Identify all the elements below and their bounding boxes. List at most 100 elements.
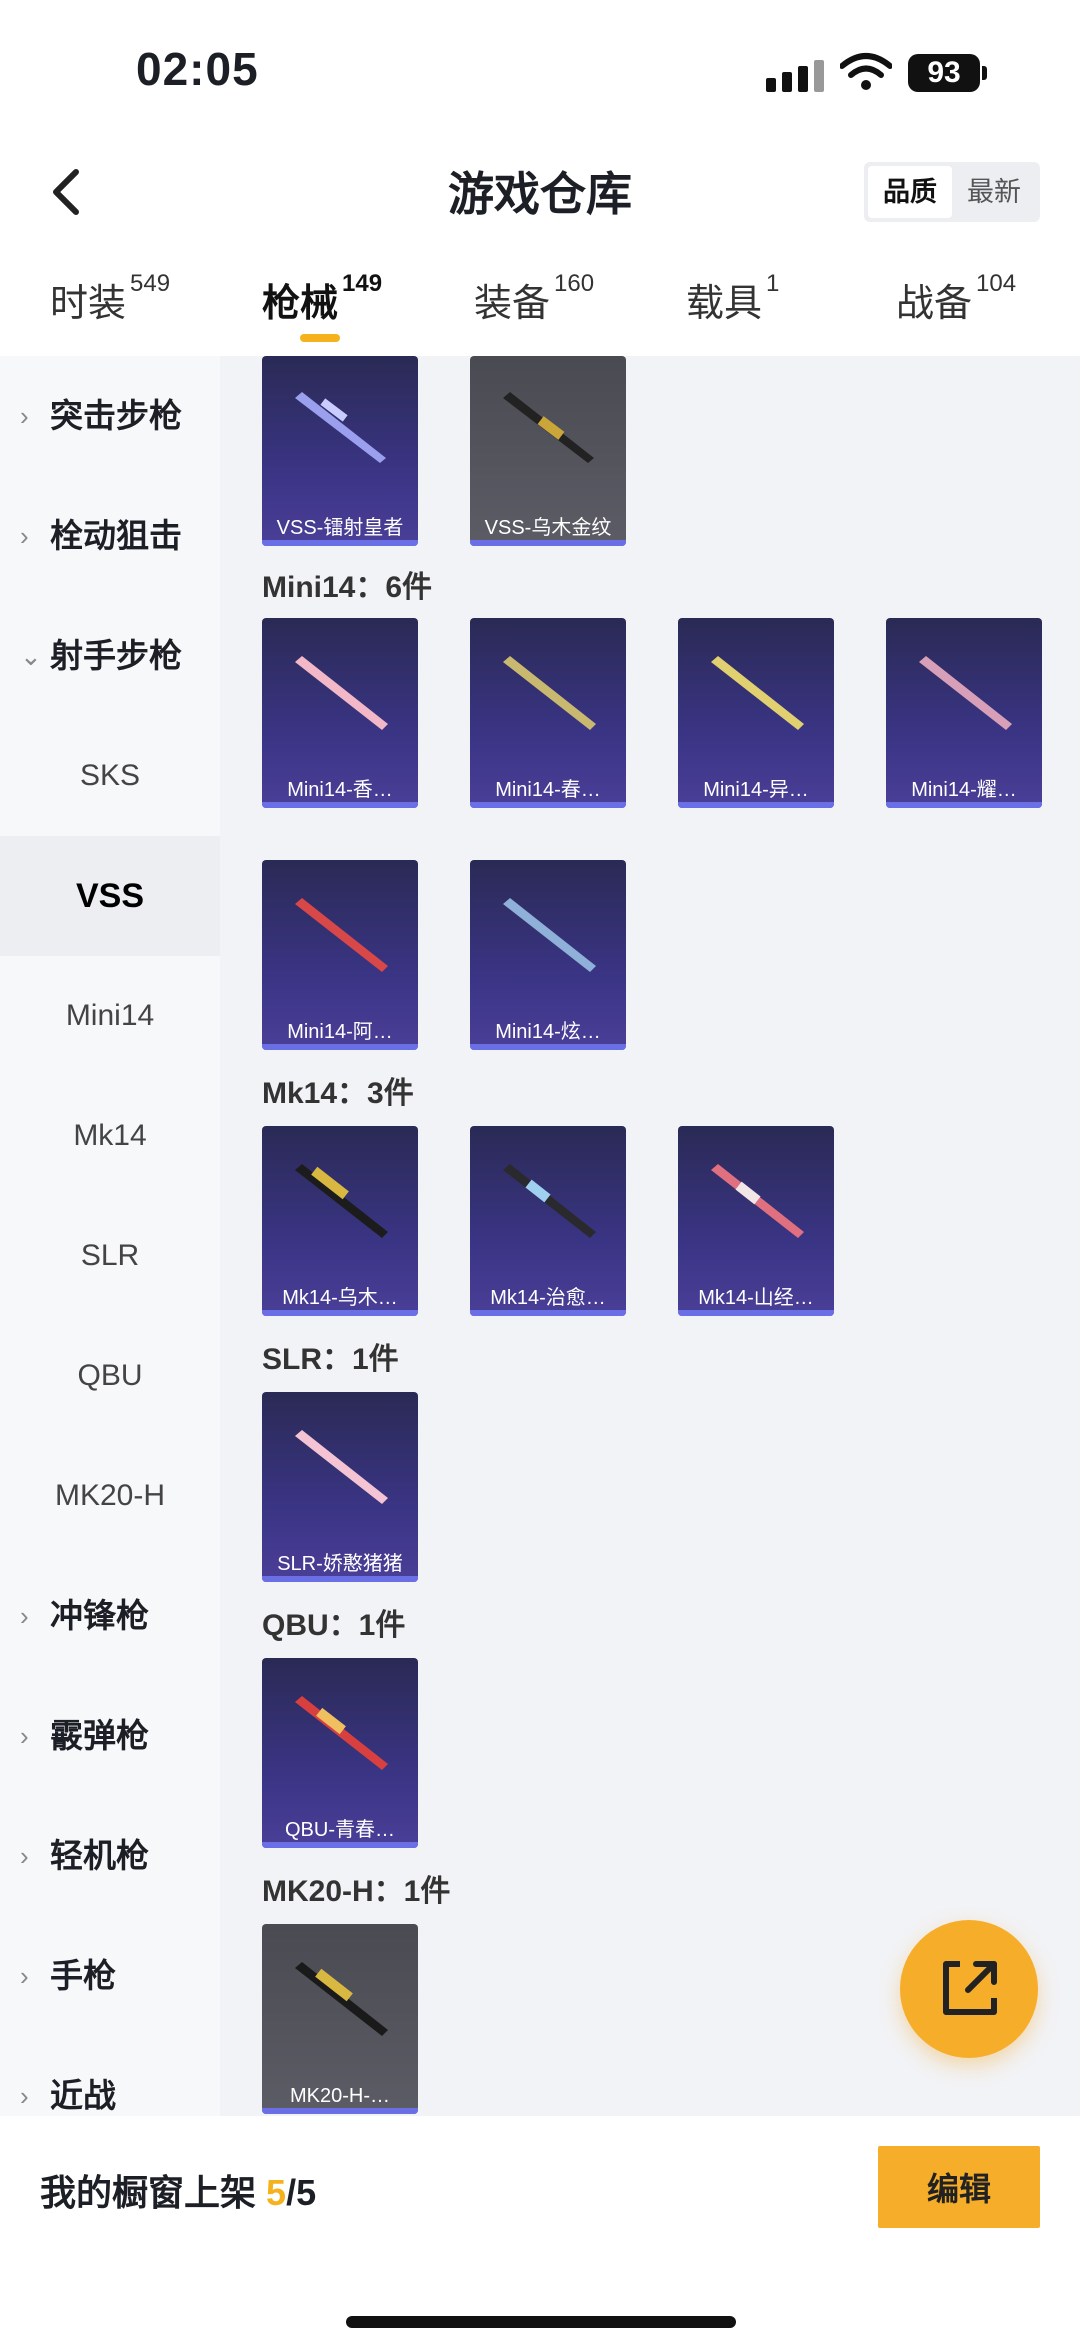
sidebar-item-melee[interactable]: › 近战: [0, 2036, 220, 2116]
skin-card[interactable]: QBU-青春…: [262, 1658, 418, 1848]
chevron-right-icon: ›: [20, 521, 29, 551]
skin-card[interactable]: Mk14-山经…: [678, 1126, 834, 1316]
page-header: 游戏仓库 品质 最新: [0, 140, 1080, 260]
skin-card[interactable]: Mini14-异…: [678, 618, 834, 808]
tab-count: 149: [342, 270, 383, 297]
skin-card[interactable]: MK20-H-…: [262, 1924, 418, 2114]
showcase-label: 我的橱窗上架: [40, 2172, 257, 2213]
rarity-bar: [262, 2108, 418, 2114]
sidebar-item-slr[interactable]: SLR: [0, 1196, 220, 1316]
sidebar-item-label: 冲锋枪: [50, 1597, 149, 1634]
sidebar-item-label: 手枪: [50, 1957, 116, 1994]
sidebar-item-qbu[interactable]: QBU: [0, 1316, 220, 1436]
tab-label: 时装: [50, 283, 127, 325]
tab-label: 装备: [474, 283, 551, 325]
sidebar-item-smg[interactable]: › 冲锋枪: [0, 1556, 220, 1676]
tab-vehicles[interactable]: 载具 1: [686, 270, 779, 327]
tab-label: 载具: [686, 283, 763, 325]
battery-tip: [982, 66, 987, 80]
weapon-category-sidebar: › 突击步枪 › 栓动狙击 ⌄ 射手步枪 SKS VSS Mini14 Mk14 SL…: [0, 356, 220, 2116]
sidebar-item-lmg[interactable]: › 轻机枪: [0, 1796, 220, 1916]
edit-button[interactable]: 编辑: [878, 2146, 1040, 2228]
tab-equipment[interactable]: 装备 160: [474, 270, 595, 327]
sidebar-item-mk14[interactable]: Mk14: [0, 1076, 220, 1196]
tab-count: 104: [976, 270, 1017, 297]
skin-card[interactable]: Mini14-春…: [470, 618, 626, 808]
tab-outfits[interactable]: 时装 549: [50, 270, 171, 327]
skin-name: Mk14-山经…: [698, 1287, 814, 1309]
weapon-skin-grid: VSS-镭射皇者 VSS-乌木金纹 Mini14：6件 Mini14-香… Mi…: [220, 356, 1080, 2116]
sidebar-item-assault-rifles[interactable]: › 突击步枪: [0, 356, 220, 476]
sidebar-item-label: 栓动狙击: [50, 517, 182, 554]
skin-card[interactable]: VSS-镭射皇者: [262, 356, 418, 546]
tab-guns[interactable]: 枪械 149: [262, 270, 383, 327]
rifle-icon: [711, 656, 804, 730]
skin-name: QBU-青春…: [285, 1819, 395, 1841]
skin-card[interactable]: Mini14-阿…: [262, 860, 418, 1050]
group-title-mk14: Mk14：3件: [262, 1077, 414, 1110]
rarity-bar: [470, 1044, 626, 1050]
chevron-right-icon: ›: [20, 2081, 29, 2111]
group-title-qbu: QBU：1件: [262, 1609, 406, 1642]
sidebar-item-label: 突击步枪: [50, 397, 182, 434]
sidebar-item-vss[interactable]: VSS: [0, 836, 220, 956]
skin-card[interactable]: Mk14-治愈…: [470, 1126, 626, 1316]
rifle-icon: [295, 392, 386, 463]
showcase-total: /5: [286, 2172, 317, 2213]
sidebar-item-bolt-action[interactable]: › 栓动狙击: [0, 476, 220, 596]
tab-count: 549: [130, 270, 171, 297]
skin-name: Mini14-春…: [495, 779, 601, 801]
skin-name: Mk14-治愈…: [490, 1287, 606, 1309]
skin-name: Mini14-耀…: [911, 779, 1017, 801]
skin-name: Mini14-阿…: [287, 1021, 393, 1043]
sidebar-item-sks[interactable]: SKS: [0, 716, 220, 836]
sidebar-item-pistol[interactable]: › 手枪: [0, 1916, 220, 2036]
chevron-right-icon: ›: [20, 1961, 29, 1991]
skin-card[interactable]: Mk14-乌木…: [262, 1126, 418, 1316]
status-bar: 02:05 93: [0, 0, 1080, 140]
sidebar-item-label: 射手步枪: [50, 637, 182, 674]
rifle-icon: [295, 1430, 388, 1504]
sidebar-item-marksman-rifles[interactable]: ⌄ 射手步枪: [0, 596, 220, 716]
sidebar-item-mk20h[interactable]: MK20-H: [0, 1436, 220, 1556]
rarity-bar: [262, 540, 418, 546]
rarity-bar: [678, 1310, 834, 1316]
chevron-right-icon: ›: [20, 1721, 29, 1751]
sort-quality-button[interactable]: 品质: [868, 166, 952, 218]
skin-card[interactable]: Mini14-炫…: [470, 860, 626, 1050]
sidebar-item-mini14[interactable]: Mini14: [0, 956, 220, 1076]
tab-count: 160: [554, 270, 595, 297]
home-indicator: [346, 2316, 736, 2328]
rarity-bar: [470, 802, 626, 808]
rifle-icon: [919, 656, 1012, 730]
group-title-mk20h: MK20-H：1件: [262, 1875, 451, 1908]
tab-supplies[interactable]: 战备 104: [896, 270, 1017, 327]
rifle-icon: [503, 1164, 596, 1238]
sort-newest-button[interactable]: 最新: [952, 166, 1036, 218]
skin-card[interactable]: Mini14-耀…: [886, 618, 1042, 808]
share-button[interactable]: [900, 1920, 1038, 2058]
clock: 02:05: [136, 43, 259, 95]
chevron-down-icon: ⌄: [20, 641, 42, 671]
skin-name: SLR-娇憨猪猪: [277, 1553, 403, 1575]
skin-name: Mini14-炫…: [495, 1021, 601, 1043]
skin-name: VSS-镭射皇者: [276, 517, 404, 539]
rarity-bar: [470, 540, 626, 546]
skin-card[interactable]: SLR-娇憨猪猪: [262, 1392, 418, 1582]
category-tabs: 时装 549 枪械 149 装备 160 载具 1 战备 104: [0, 260, 1080, 356]
rarity-bar: [262, 1310, 418, 1316]
sidebar-item-shotgun[interactable]: › 霰弹枪: [0, 1676, 220, 1796]
rarity-bar: [886, 802, 1042, 808]
skin-card[interactable]: VSS-乌木金纹: [470, 356, 626, 546]
skin-name: Mini14-异…: [703, 779, 809, 801]
rifle-icon: [295, 656, 388, 730]
rifle-icon: [295, 1696, 388, 1770]
active-tab-indicator: [300, 334, 340, 342]
skin-card[interactable]: Mini14-香…: [262, 618, 418, 808]
rarity-bar: [262, 1576, 418, 1582]
rifle-icon: [503, 898, 596, 972]
showcase-footer: 我的橱窗上架 5/5 编辑: [0, 2116, 1080, 2341]
sort-toggle: 品质 最新: [864, 162, 1040, 222]
rifle-icon: [295, 898, 388, 972]
battery-icon: 93: [908, 54, 980, 92]
